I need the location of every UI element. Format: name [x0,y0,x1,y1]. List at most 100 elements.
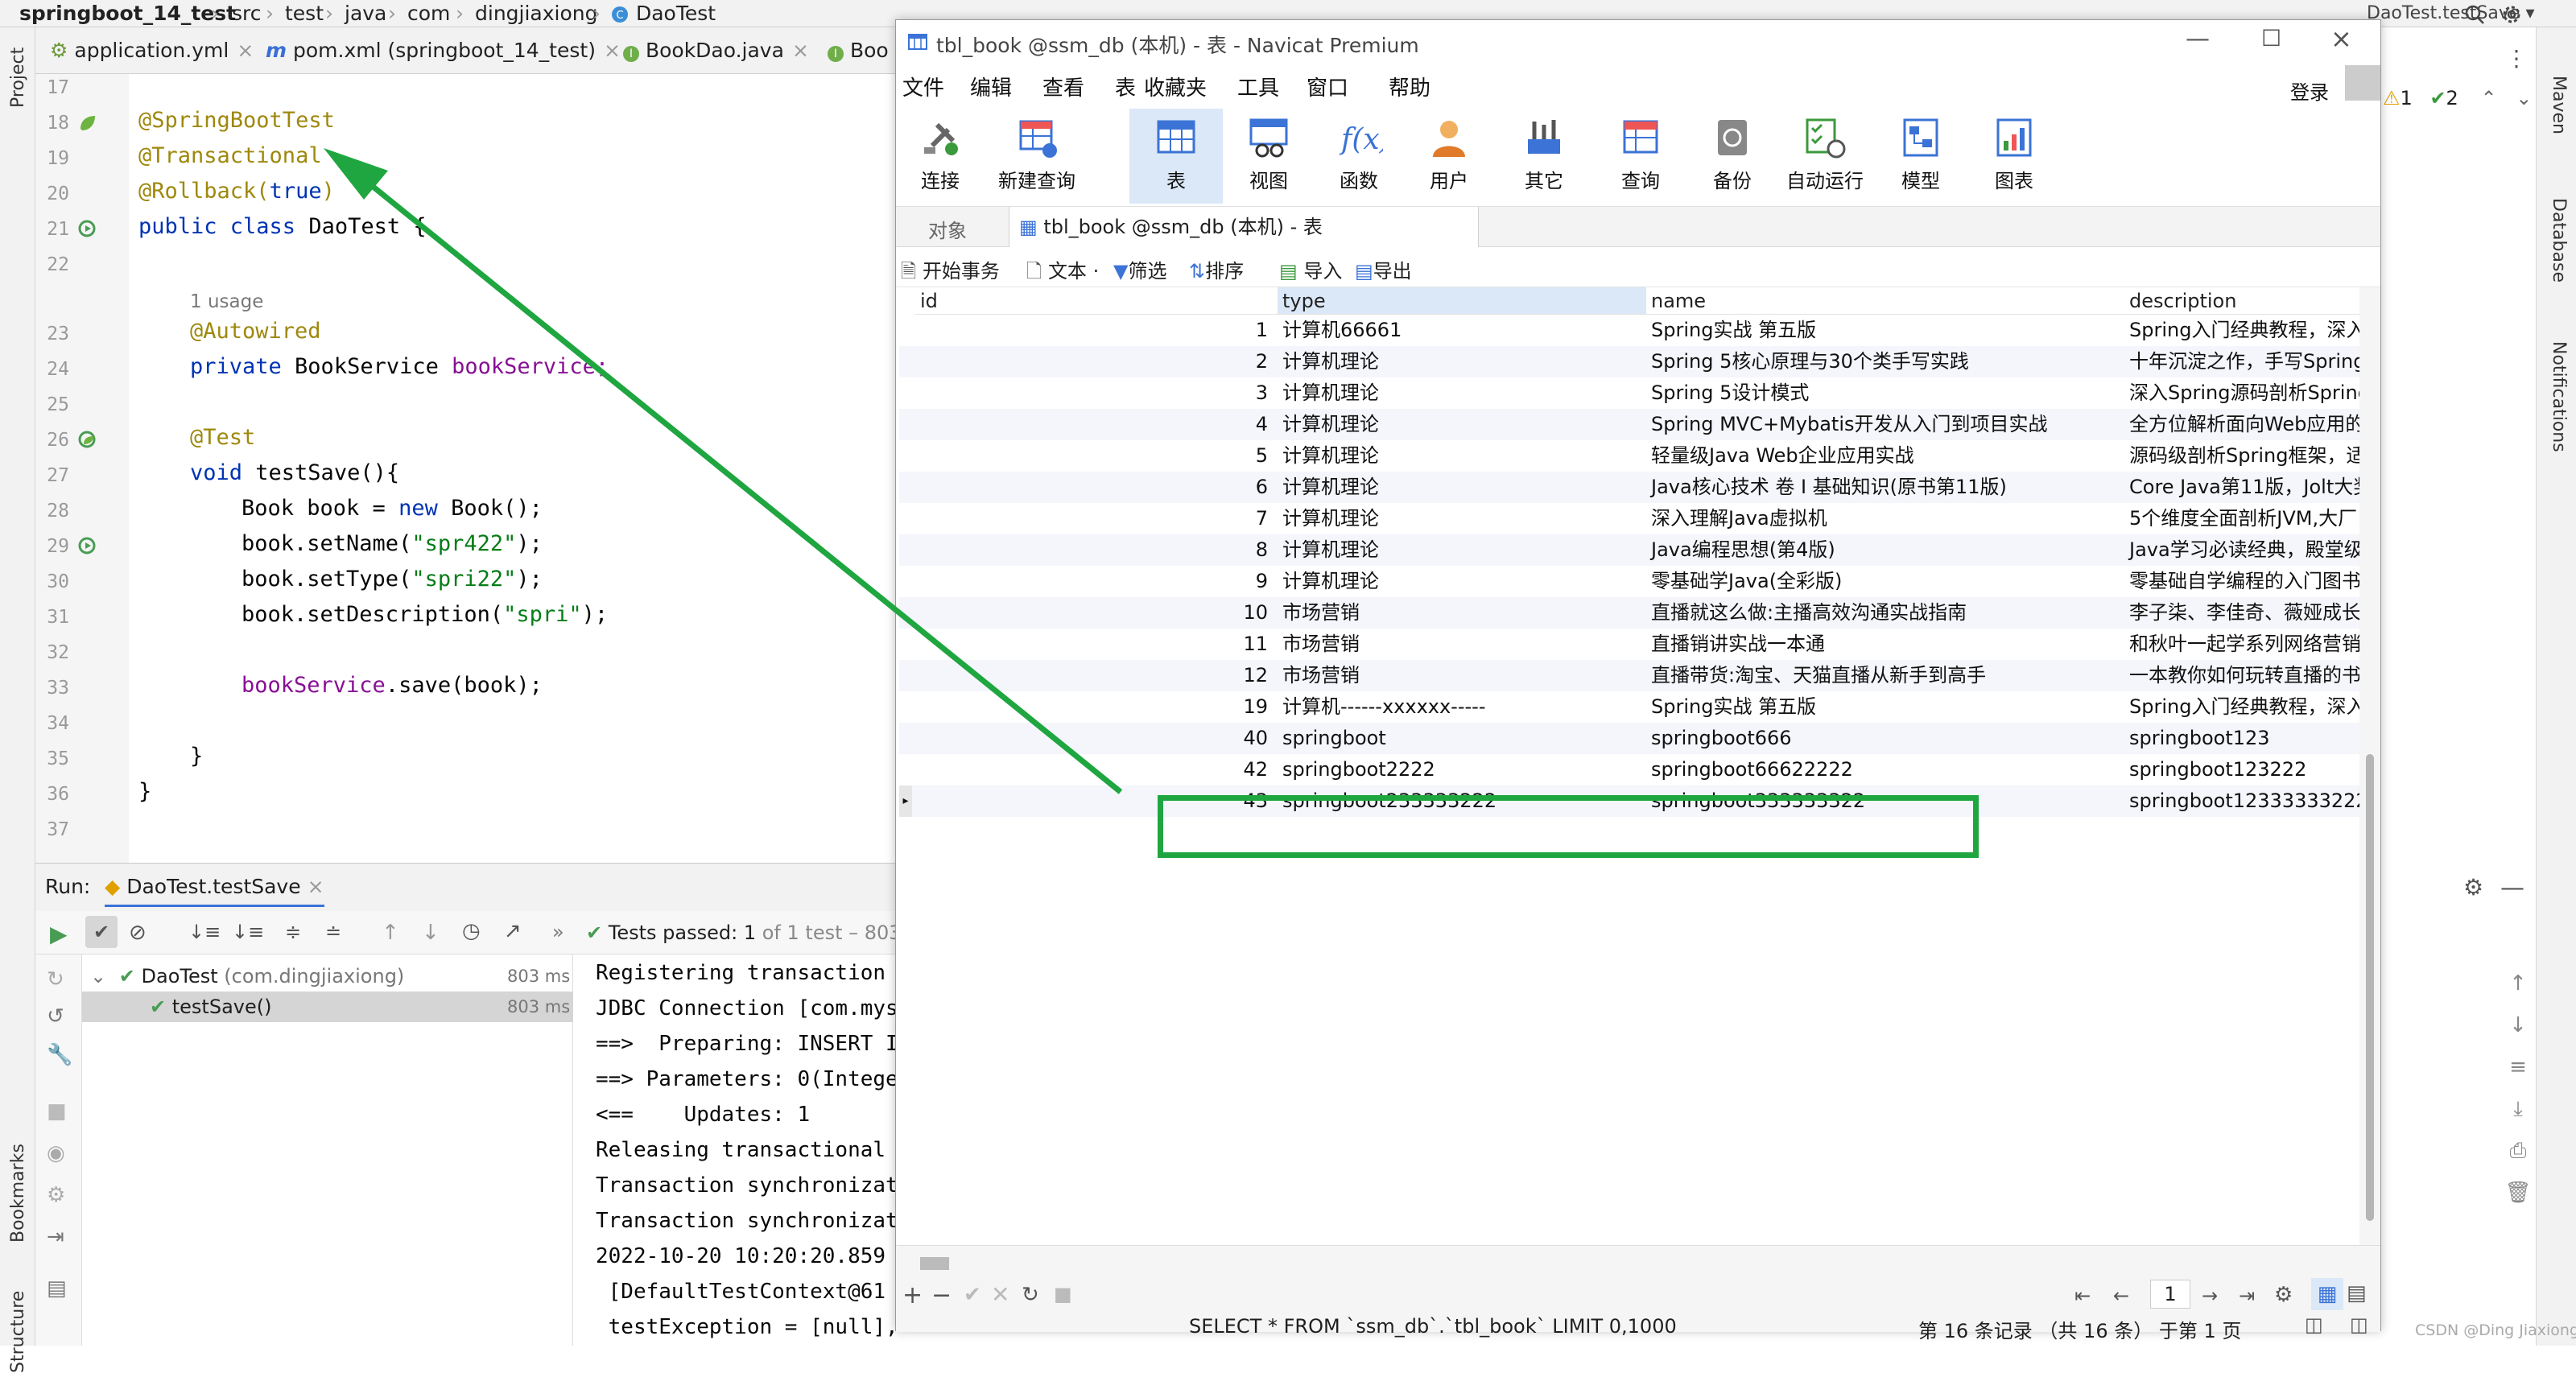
function-button[interactable]: f(x) 函数 [1315,109,1403,204]
table-row[interactable]: 1 计算机66661 Spring实战 第五版 Spring入门经典教程，深入 [899,315,2359,346]
tool-window-database[interactable]: Database [2549,198,2569,282]
chart-button[interactable]: 图表 [1970,109,2058,204]
tool-window-notifications[interactable]: Notifications [2549,341,2569,452]
cell-name[interactable]: Spring实战 第五版 [1646,691,2124,723]
cell-type[interactable]: 计算机理论 [1278,377,1646,409]
user-button[interactable]: 用户 [1405,109,1493,204]
cell-name[interactable]: 零基础学Java(全彩版) [1646,566,2124,597]
table-row[interactable]: 40 springboot springboot666 springboot123 [899,723,2359,754]
grid-view-icon[interactable]: ▦ [2311,1278,2343,1310]
tool-window-structure[interactable]: Structure [8,1291,28,1373]
cell-id[interactable]: 4 [915,409,1273,440]
inspection-widget[interactable]: ⚠1 ✔2 ⌃ ⌄ [2383,87,2532,109]
close-window-button[interactable]: × [2330,23,2352,54]
hide-panel-icon[interactable]: — [2500,874,2524,902]
more-options-icon[interactable]: ⋮ [2505,45,2528,72]
next-failed-icon[interactable]: ↓ [422,921,440,945]
cell-name[interactable]: Spring实战 第五版 [1646,315,2124,346]
menu-tools[interactable]: 工具 [1237,72,1279,101]
trash-icon[interactable]: 🗑 [2502,1172,2534,1214]
cell-id[interactable]: 12 [915,660,1273,691]
stop-icon[interactable]: ■ [1054,1283,1072,1305]
cell-name[interactable]: 直播就这么做:主播高效沟通实战指南 [1646,597,2124,629]
first-page-icon[interactable]: ⇤ [2074,1284,2091,1307]
menu-edit[interactable]: 编辑 [970,72,1012,101]
cell-description[interactable]: 和秋叶一起学系列网络营销 [2124,629,2359,660]
panel-toggle-icon[interactable]: ◫ [2305,1313,2323,1336]
breadcrumb-package[interactable]: dingjiaxiong [475,0,598,27]
cell-name[interactable]: 轻量级Java Web企业应用实战 [1646,440,2124,472]
layout-icon[interactable]: ▤ [47,1276,67,1301]
filter-button[interactable]: ▼筛选 [1113,255,1166,283]
view-button[interactable]: 视图 [1224,109,1313,204]
cell-name[interactable]: Java核心技术 卷 I 基础知识(原书第11版) [1646,472,2124,503]
begin-transaction-button[interactable]: 🗎 开始事务 [901,255,1000,291]
automation-button[interactable]: 自动运行 [1777,109,1873,204]
menu-help[interactable]: 帮助 [1389,72,1430,101]
table-row[interactable]: 10 市场营销 直播就这么做:主播高效沟通实战指南 李子柒、李佳奇、薇娅成长 [899,597,2359,629]
vertical-scrollbar[interactable] [2359,287,2380,1245]
cell-type[interactable]: springboot2222 [1278,754,1646,785]
cell-name[interactable]: 直播销讲实战一本通 [1646,629,2124,660]
tab-bookdao-java[interactable]: I BookDao.java × [623,27,809,74]
close-icon[interactable]: × [237,39,254,62]
table-row[interactable]: 3 计算机理论 Spring 5设计模式 深入Spring源码剖析Spring [899,377,2359,409]
expand-all-icon[interactable]: ≑ [285,921,301,943]
table-button[interactable]: 表 [1129,109,1223,204]
refresh-icon[interactable]: ↻ [1022,1283,1039,1307]
settings-gear-icon[interactable]: ⚙ [2274,1283,2293,1307]
collapse-all-icon[interactable]: ≐ [325,921,341,943]
soft-wrap-icon[interactable]: ≡ [2502,1046,2534,1088]
cell-type[interactable]: 计算机理论 [1278,409,1646,440]
cell-type[interactable]: 计算机66661 [1278,315,1646,346]
gear-icon[interactable]: ⚙ [47,1183,65,1207]
add-record-icon[interactable]: + [902,1281,923,1309]
scroll-to-end-icon[interactable]: ⤓ [2502,1088,2534,1130]
cell-description[interactable]: 5个维度全面剖析JVM,大厂 [2124,503,2359,534]
cell-id[interactable]: 42 [915,754,1273,785]
cell-description[interactable]: springboot123222 [2124,754,2359,785]
cell-id[interactable]: 11 [915,629,1273,660]
tool-window-bookmarks[interactable]: Bookmarks [8,1144,28,1243]
table-row[interactable]: 9 计算机理论 零基础学Java(全彩版) 零基础自学编程的入门图书 [899,566,2359,597]
apply-icon[interactable]: ✔ [964,1283,981,1307]
menu-window[interactable]: 窗口 [1307,72,1348,101]
other-button[interactable]: 其它 [1500,109,1588,204]
exit-icon[interactable]: ⇥ [47,1225,64,1249]
cell-description[interactable]: Spring入门经典教程，深入 [2124,315,2359,346]
next-page-icon[interactable]: → [2202,1284,2218,1307]
horizontal-scrollbar-thumb[interactable] [920,1257,949,1270]
cell-description[interactable]: springboot12333333222 [2124,785,2359,817]
search-icon[interactable] [2463,0,2486,27]
cell-type[interactable]: springboot [1278,723,1646,754]
cell-id[interactable]: 5 [915,440,1273,472]
export-button[interactable]: ▤导出 [1355,255,1412,283]
column-header-name[interactable]: name [1646,287,2124,315]
sort-button[interactable]: ⇅排序 [1189,255,1244,283]
table-row[interactable]: 42 springboot2222 springboot66622222 spring… [899,754,2359,785]
column-header-id[interactable]: id [915,287,1278,315]
cell-name[interactable]: springboot666 [1646,723,2124,754]
scrollbar-thumb[interactable] [2366,754,2374,1221]
table-row[interactable]: 5 计算机理论 轻量级Java Web企业应用实战 源码级剖析Spring框架，适 [899,440,2359,472]
prev-page-icon[interactable]: ← [2113,1284,2129,1307]
menu-view[interactable]: 查看 [1042,72,1084,101]
run-test-icon[interactable] [77,536,100,563]
data-grid[interactable]: id type name description 1 计算机66661 Spring… [899,287,2359,1245]
cell-id[interactable]: 8 [915,534,1273,566]
avatar[interactable] [2345,65,2380,101]
more-chevron-icon[interactable]: » [552,921,564,943]
run-tab[interactable]: ◆ DaoTest.testSave × [105,875,324,907]
model-button[interactable]: 模型 [1876,109,1965,204]
scroll-down-icon[interactable]: ↓ [2502,1004,2534,1046]
cell-name[interactable]: Spring 5核心原理与30个类手写实践 [1646,346,2124,377]
console-output[interactable]: Registering transaction JDBC Connection … [573,955,897,1346]
table-row[interactable]: 8 计算机理论 Java编程思想(第4版) Java学习必读经典，殿堂级 [899,534,2359,566]
sort-duration-icon[interactable]: ↓≡ [232,921,264,943]
run-settings-gear-icon[interactable]: ⚙ [2463,874,2483,901]
breadcrumb-java[interactable]: java [345,0,386,27]
cell-type[interactable]: 市场营销 [1278,660,1646,691]
cell-type[interactable]: 计算机理论 [1278,440,1646,472]
history-icon[interactable]: ◷ [462,919,481,943]
tool-window-maven[interactable]: Maven [2549,76,2569,134]
